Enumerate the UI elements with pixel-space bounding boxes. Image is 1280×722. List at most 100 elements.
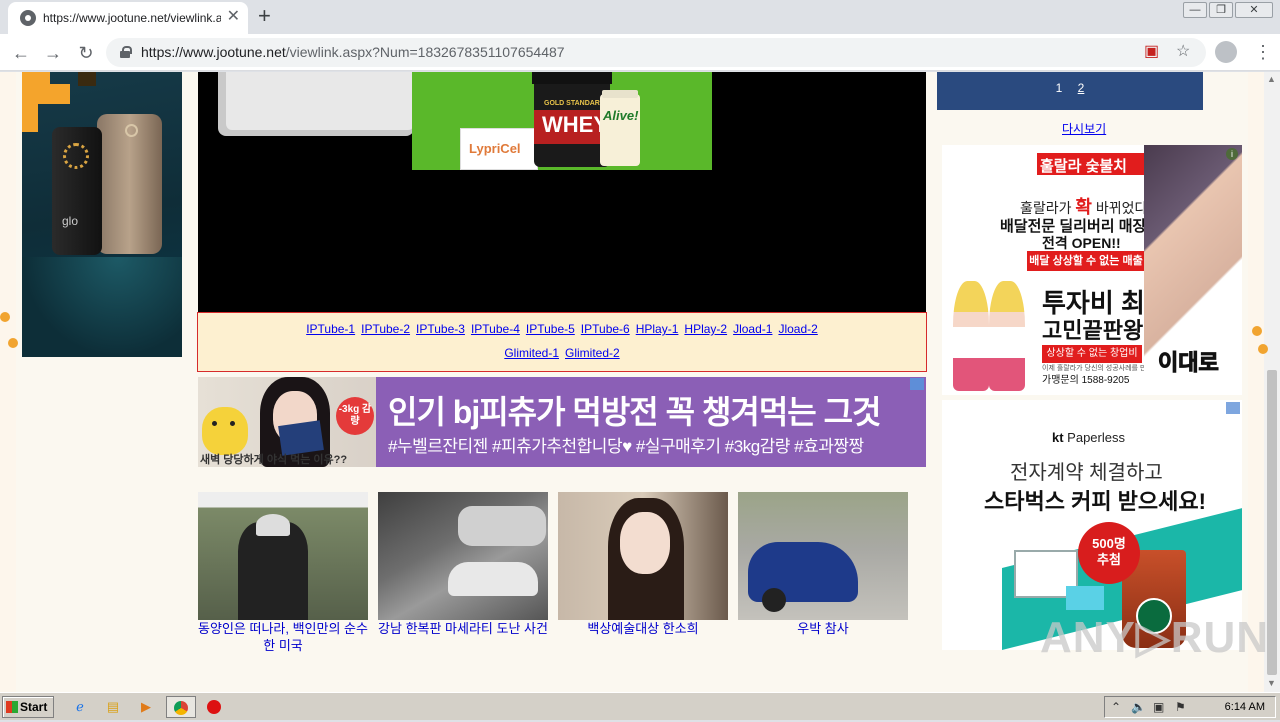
kt-logo-mark: kt	[1052, 430, 1064, 445]
right-ad-franchise[interactable]: 훌랄라 숯불치 훌랄라가 확 바뀌었다! 배달전문 딜리버리 매장 전격 OPE…	[942, 145, 1242, 395]
chrome-icon	[174, 701, 188, 715]
window-close-button[interactable]: ✕	[1235, 2, 1273, 18]
whey-sub-label: GOLD STANDARD	[544, 100, 605, 107]
security-alert-icon[interactable]	[202, 696, 226, 718]
pikachu-plush	[202, 407, 248, 455]
new-tab-button[interactable]: +	[258, 4, 271, 28]
mirror-link-hplay-2[interactable]: HPlay-2	[684, 322, 727, 336]
banner-photo: -3kg 감량 새벽 당당하게 야식 먹는 이유??	[198, 377, 376, 467]
scroll-up-arrow-icon[interactable]: ▲	[1267, 74, 1276, 84]
tray-expand-icon[interactable]: ⌃	[1111, 700, 1121, 714]
mirror-link-jload-2[interactable]: Jload-2	[778, 322, 817, 336]
ad-comic-text: 이대로	[1158, 350, 1220, 376]
thumbnail-caption[interactable]: 우박 참사	[738, 620, 908, 637]
mirror-link-iptube-1[interactable]: IPTube-1	[306, 322, 355, 336]
mirror-link-iptube-2[interactable]: IPTube-2	[361, 322, 410, 336]
mirror-link-glimited-1[interactable]: Glimited-1	[504, 346, 559, 360]
supplement-ad[interactable]: LypriCel GOLD STANDARD WHEY Alive!	[412, 72, 712, 170]
ad-line-3: 전격 OPEN!!	[1042, 235, 1121, 251]
browser-tab[interactable]: https://www.jootune.net/viewlink.a ✕	[8, 2, 248, 34]
thumbnail-car	[458, 506, 546, 546]
profile-avatar-icon[interactable]	[1215, 41, 1237, 63]
ad-decoration	[22, 72, 50, 104]
thumbnail-image[interactable]	[738, 492, 908, 620]
ad-model	[989, 281, 1025, 391]
lypricel-box: LypriCel	[460, 128, 538, 170]
page-1-link[interactable]: 1	[1056, 81, 1063, 95]
bottle-cap	[602, 90, 638, 98]
prize-badge: 500명 추첨	[1078, 522, 1140, 584]
thumbnail-caption[interactable]: 백상예술대상 한소희	[558, 620, 728, 637]
ad-background-cloth	[22, 257, 182, 357]
thumbnail-image[interactable]	[558, 492, 728, 620]
file-explorer-icon[interactable]: ▤	[101, 696, 125, 718]
blocked-popup-icon[interactable]: ▣	[1144, 39, 1159, 65]
decoration-dot	[1252, 326, 1262, 336]
ad-kt-line-1: 전자계약 체결하고	[1010, 462, 1163, 484]
thumbnail-car	[448, 562, 538, 596]
mirror-link-glimited-2[interactable]: Glimited-2	[565, 346, 620, 360]
thumbnail-figure	[238, 522, 308, 620]
ad-headline-highlight: 확	[1075, 197, 1092, 217]
weight-loss-badge: -3kg 감량	[336, 397, 374, 435]
ad-headline-part: 훌랄라가	[1020, 200, 1076, 216]
mirror-link-iptube-6[interactable]: IPTube-6	[581, 322, 630, 336]
vertical-scrollbar[interactable]: ▲ ▼	[1264, 72, 1280, 692]
whey-tub: GOLD STANDARD WHEY	[532, 72, 612, 167]
ad-choices-icon[interactable]	[1226, 402, 1240, 414]
chrome-taskbar-icon[interactable]	[166, 696, 196, 718]
anyrun-watermark: ANY▷RUN	[1040, 613, 1270, 662]
taskbar-clock[interactable]: 6:14 AM	[1225, 701, 1265, 713]
ad-decoration	[50, 84, 70, 104]
start-label: Start	[20, 700, 48, 714]
thumbnail-wheel	[762, 588, 786, 612]
address-bar[interactable]: https://www.jootune.net/viewlink.aspx?Nu…	[106, 38, 1206, 67]
scroll-down-arrow-icon[interactable]: ▼	[1267, 678, 1276, 688]
menu-kebab-icon[interactable]: ⋮	[1254, 39, 1272, 65]
left-side-ad[interactable]: glo	[22, 72, 182, 357]
ad-phone: 가맹문의 1588-9205	[1042, 375, 1130, 386]
media-player-icon[interactable]: ▶	[134, 696, 158, 718]
ad-info-icon[interactable]: i	[1226, 148, 1238, 160]
url-text[interactable]: https://www.jootune.net/viewlink.aspx?Nu…	[141, 44, 565, 60]
thumbnail-caption[interactable]: 강남 한복판 마세라티 도난 사건	[378, 620, 548, 637]
volume-icon[interactable]: 🔈	[1131, 700, 1146, 714]
badge-bottom-text: 추첨	[1097, 552, 1121, 567]
glo-brand-label: glo	[62, 214, 79, 228]
banner-ad[interactable]: -3kg 감량 새벽 당당하게 야식 먹는 이유?? 인기 bj피츄가 먹방전 …	[198, 377, 926, 467]
thumbnail-caption[interactable]: 동양인은 떠나라, 백인만의 순수한 미국	[198, 620, 368, 654]
ad-choices-icon[interactable]	[910, 378, 924, 390]
network-icon[interactable]: ▣	[1153, 700, 1164, 714]
system-tray: ⌃ 🔈 ▣ ⚑ 6:14 AM	[1104, 696, 1276, 718]
replay-link[interactable]: 다시보기	[1062, 120, 1106, 137]
page-2-link[interactable]: 2	[1078, 81, 1085, 95]
thumbnail-image[interactable]	[198, 492, 368, 620]
thumbnail-image[interactable]	[378, 492, 548, 620]
mirror-link-iptube-5[interactable]: IPTube-5	[526, 322, 575, 336]
window-restore-button[interactable]: ❐	[1209, 2, 1233, 18]
mirror-links-row-2: Glimited-1 Glimited-2	[198, 346, 926, 370]
mirror-link-jload-1[interactable]: Jload-1	[733, 322, 772, 336]
tab-strip: https://www.jootune.net/viewlink.a ✕ + —…	[0, 0, 1280, 34]
ad-pill-2: 상상할 수 없는 창업비	[1042, 345, 1142, 363]
ad-headline-part: 바뀌었다!	[1091, 200, 1152, 216]
forward-arrow-icon[interactable]: →	[40, 40, 66, 66]
window-minimize-button[interactable]: —	[1183, 2, 1207, 18]
thumbnail-hat	[256, 514, 290, 536]
action-center-flag-icon[interactable]: ⚑	[1175, 700, 1186, 714]
mirror-link-hplay-1[interactable]: HPlay-1	[636, 322, 679, 336]
mirror-link-iptube-3[interactable]: IPTube-3	[416, 322, 465, 336]
start-button[interactable]: Start	[2, 696, 54, 718]
internet-explorer-icon[interactable]: ℯ	[68, 696, 92, 718]
decoration-dot	[8, 338, 18, 348]
laptop-screen	[226, 72, 414, 130]
reload-icon[interactable]: ↻	[73, 40, 99, 66]
mirror-link-iptube-4[interactable]: IPTube-4	[471, 322, 520, 336]
bookmark-star-icon[interactable]: ☆	[1176, 39, 1190, 65]
globe-icon	[20, 10, 36, 26]
back-arrow-icon[interactable]: ←	[8, 40, 34, 66]
lypricel-label: LypriCel	[469, 141, 521, 156]
tab-close-icon[interactable]: ✕	[227, 9, 240, 25]
tab-title: https://www.jootune.net/viewlink.a	[43, 11, 221, 25]
ad-decoration	[22, 104, 38, 132]
